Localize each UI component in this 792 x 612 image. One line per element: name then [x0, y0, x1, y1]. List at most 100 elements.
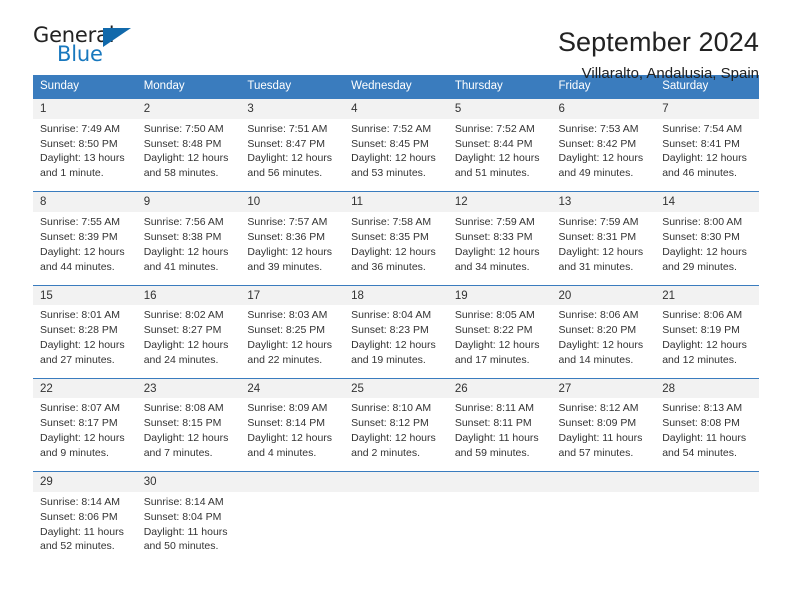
- sunset-text: Sunset: 8:36 PM: [247, 230, 326, 243]
- sunset-text: Sunset: 8:04 PM: [143, 510, 222, 523]
- day-number[interactable]: 8: [33, 191, 137, 212]
- day-number[interactable]: 2: [136, 97, 241, 119]
- daylight-text-line2: and 58 minutes.: [143, 167, 219, 180]
- day-number[interactable]: 24: [240, 377, 345, 399]
- day-cell-empty: [447, 491, 552, 565]
- day-number-empty: [551, 471, 656, 492]
- day-number[interactable]: 11: [344, 191, 448, 212]
- day-number[interactable]: 23: [136, 377, 241, 399]
- triangle-icon: [103, 28, 131, 47]
- day-cell: Sunrise: 8:08 AM Sunset: 8:15 PM Daylight:…: [136, 398, 241, 472]
- day-number[interactable]: 10: [240, 191, 345, 212]
- day-number[interactable]: 29: [33, 471, 137, 492]
- day-cell: Sunrise: 8:09 AM Sunset: 8:14 PM Daylight:…: [240, 398, 345, 472]
- day-cell: Sunrise: 7:56 AM Sunset: 8:38 PM Daylight:…: [136, 211, 241, 286]
- day-number[interactable]: 20: [551, 284, 656, 306]
- day-cell: Sunrise: 8:02 AM Sunset: 8:27 PM Daylight:…: [136, 305, 241, 379]
- sunrise-text: Sunrise: 7:52 AM: [351, 122, 432, 135]
- sunrise-text: Sunrise: 8:05 AM: [454, 309, 535, 322]
- day-cell-empty: [344, 491, 448, 565]
- general-blue-logo[interactable]: General Blue: [33, 25, 153, 73]
- day-number[interactable]: 3: [240, 97, 345, 119]
- sunset-text: Sunset: 8:09 PM: [558, 417, 637, 430]
- sunset-text: Sunset: 8:45 PM: [351, 137, 429, 150]
- sunrise-text: Sunrise: 8:09 AM: [247, 402, 328, 415]
- day-number[interactable]: 16: [136, 284, 241, 306]
- day-cell: Sunrise: 7:58 AM Sunset: 8:35 PM Daylight:…: [344, 211, 448, 286]
- daylight-text-line2: and 14 minutes.: [558, 353, 634, 366]
- day-number[interactable]: 1: [33, 97, 137, 119]
- day-number[interactable]: 25: [344, 377, 448, 399]
- weekday-header-wednesday: Wednesday: [344, 75, 448, 99]
- day-cell: Sunrise: 8:07 AM Sunset: 8:17 PM Daylight:…: [33, 398, 137, 472]
- day-number[interactable]: 14: [655, 191, 759, 212]
- sunset-text: Sunset: 8:20 PM: [558, 324, 637, 337]
- day-number[interactable]: 13: [551, 191, 656, 212]
- day-number[interactable]: 19: [447, 284, 552, 306]
- sunrise-text: Sunrise: 8:02 AM: [143, 309, 224, 322]
- day-cell: Sunrise: 8:06 AM Sunset: 8:19 PM Daylight:…: [655, 305, 759, 379]
- day-number[interactable]: 15: [33, 284, 137, 306]
- day-number[interactable]: 21: [655, 284, 759, 306]
- sunset-text: Sunset: 8:39 PM: [40, 230, 118, 243]
- daylight-text-line2: and 36 minutes.: [351, 260, 426, 273]
- sunset-text: Sunset: 8:27 PM: [143, 324, 222, 337]
- calendar-body: 1 2 3 4 5 6 7 Sunrise: 7:49 AM Sunset: 8:50 PM Da…: [33, 97, 759, 565]
- day-number[interactable]: 9: [136, 191, 241, 212]
- daylight-text-line1: Daylight: 12 hours: [247, 245, 333, 258]
- daylight-text-line1: Daylight: 12 hours: [662, 245, 747, 258]
- weekday-header-monday: Monday: [136, 75, 241, 99]
- daylight-text-line2: and 24 minutes.: [143, 353, 219, 366]
- daylight-text-line2: and 1 minute.: [40, 167, 104, 180]
- day-number[interactable]: 12: [447, 191, 552, 212]
- calendar-table: Sunday Monday Tuesday Wednesday Thursday Frid…: [33, 75, 759, 565]
- daylight-text-line2: and 49 minutes.: [558, 167, 634, 180]
- sunrise-text: Sunrise: 8:10 AM: [351, 402, 432, 415]
- day-number[interactable]: 22: [33, 377, 137, 399]
- day-number[interactable]: 5: [447, 97, 552, 119]
- weekday-header-thursday: Thursday: [447, 75, 552, 99]
- daylight-text-line1: Daylight: 11 hours: [143, 525, 228, 538]
- day-number-empty: [447, 471, 552, 492]
- day-number[interactable]: 30: [136, 471, 241, 492]
- page-header: General Blue September 2024 Villaralto, …: [33, 0, 759, 83]
- weekday-header-sunday: Sunday: [33, 75, 137, 99]
- day-cell: Sunrise: 7:50 AM Sunset: 8:48 PM Daylight:…: [136, 118, 241, 192]
- sunrise-text: Sunrise: 8:13 AM: [662, 402, 743, 415]
- sunset-text: Sunset: 8:41 PM: [662, 137, 740, 150]
- sunrise-text: Sunrise: 7:54 AM: [662, 122, 743, 135]
- sunrise-text: Sunrise: 7:52 AM: [454, 122, 535, 135]
- sunset-text: Sunset: 8:14 PM: [247, 417, 326, 430]
- sunrise-text: Sunrise: 8:14 AM: [40, 495, 120, 508]
- sunset-text: Sunset: 8:17 PM: [40, 417, 118, 430]
- day-number[interactable]: 26: [447, 377, 552, 399]
- sunrise-text: Sunrise: 8:04 AM: [351, 309, 432, 322]
- day-number[interactable]: 18: [344, 284, 448, 306]
- day-cell: Sunrise: 8:03 AM Sunset: 8:25 PM Daylight:…: [240, 305, 345, 379]
- sunrise-text: Sunrise: 8:14 AM: [143, 495, 224, 508]
- daylight-text-line1: Daylight: 12 hours: [351, 338, 436, 351]
- day-number[interactable]: 27: [551, 377, 656, 399]
- day-cell-empty: [655, 491, 759, 565]
- calendar-page: General Blue September 2024 Villaralto, …: [0, 0, 792, 612]
- day-cell-empty: [551, 491, 656, 565]
- sunrise-text: Sunrise: 8:06 AM: [662, 309, 743, 322]
- week-info-row: Sunrise: 8:01 AM Sunset: 8:28 PM Daylight:…: [33, 305, 759, 379]
- sunset-text: Sunset: 8:35 PM: [351, 230, 429, 243]
- day-number[interactable]: 28: [655, 377, 759, 399]
- week-info-row: Sunrise: 8:07 AM Sunset: 8:17 PM Daylight:…: [33, 398, 759, 472]
- sunrise-text: Sunrise: 8:12 AM: [558, 402, 639, 415]
- daylight-text-line2: and 34 minutes.: [454, 260, 530, 273]
- week-daynum-row: 29 30: [33, 471, 759, 492]
- sunset-text: Sunset: 8:30 PM: [662, 230, 740, 243]
- week-daynum-row: 1234567: [33, 97, 759, 119]
- day-cell: Sunrise: 8:05 AM Sunset: 8:22 PM Daylight:…: [447, 305, 552, 379]
- daylight-text-line1: Daylight: 11 hours: [662, 432, 747, 445]
- daylight-text-line2: and 19 minutes.: [351, 353, 426, 366]
- day-number[interactable]: 7: [655, 97, 759, 119]
- day-cell: Sunrise: 7:55 AM Sunset: 8:39 PM Daylight:…: [33, 211, 137, 286]
- day-number[interactable]: 4: [344, 97, 448, 119]
- day-number[interactable]: 6: [551, 97, 656, 119]
- daylight-text-line1: Daylight: 11 hours: [40, 525, 124, 538]
- day-number[interactable]: 17: [240, 284, 345, 306]
